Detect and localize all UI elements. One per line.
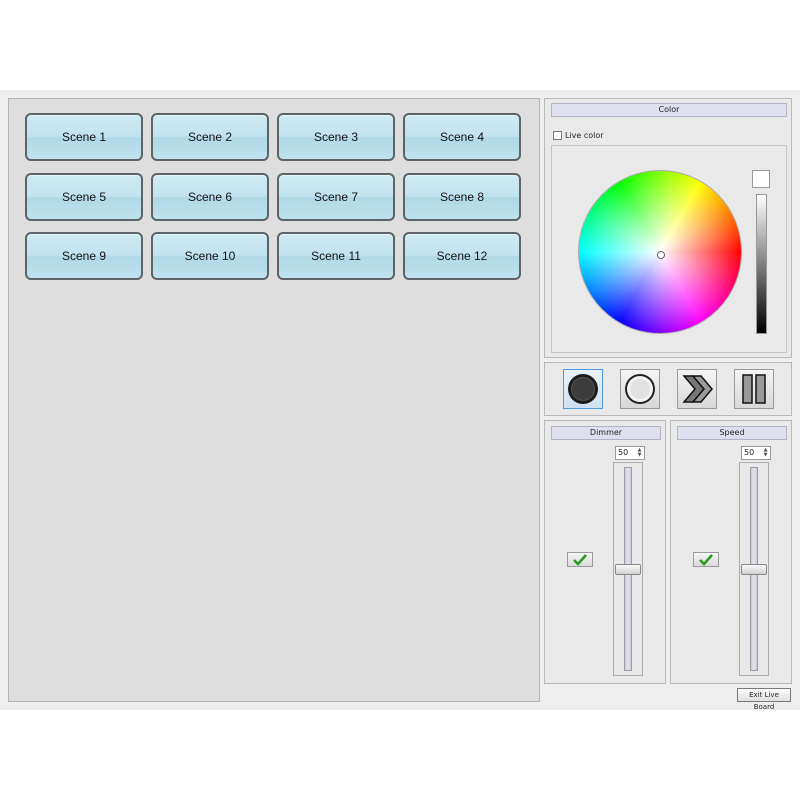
- dimmer-slider[interactable]: [613, 462, 643, 676]
- record-icon: [568, 374, 598, 404]
- scene-button-4[interactable]: Scene 4: [403, 113, 521, 161]
- color-panel-title: Color: [551, 103, 787, 117]
- scene-button-8[interactable]: Scene 8: [403, 173, 521, 221]
- transport-panel: [544, 362, 792, 416]
- stop-icon: [625, 374, 655, 404]
- exit-live-board-button[interactable]: Exit Live Board: [737, 688, 791, 711]
- live-color-checkbox[interactable]: [553, 131, 562, 140]
- live-color-label: Live color: [565, 131, 604, 140]
- checkmark-icon: [573, 553, 587, 566]
- scene-button-5[interactable]: Scene 5: [25, 173, 143, 221]
- dimmer-slider-handle[interactable]: [615, 564, 641, 575]
- color-value-swatch: [752, 170, 770, 188]
- color-panel: Color Live color: [544, 98, 792, 358]
- brightness-bar[interactable]: [756, 194, 767, 334]
- scene-button-6[interactable]: Scene 6: [151, 173, 269, 221]
- scene-button-3[interactable]: Scene 3: [277, 113, 395, 161]
- scene-button-11[interactable]: Scene 11: [277, 232, 395, 280]
- scene-button-9[interactable]: Scene 9: [25, 232, 143, 280]
- spin-arrows-icon[interactable]: ▲ ▼: [636, 448, 643, 458]
- speed-spinbox[interactable]: 50 ▲ ▼: [741, 446, 771, 460]
- dimmer-value: 50: [618, 448, 629, 457]
- speed-value: 50: [744, 448, 755, 457]
- fast-forward-icon: [682, 375, 713, 403]
- live-color-option[interactable]: Live color: [553, 131, 604, 140]
- checkmark-icon: [699, 553, 713, 566]
- scene-board: Scene 1 Scene 2 Scene 3 Scene 4 Scene 5 …: [8, 98, 540, 702]
- dimmer-spinbox[interactable]: 50 ▲ ▼: [615, 446, 645, 460]
- speed-title: Speed: [677, 426, 787, 440]
- pause-icon: [742, 374, 766, 404]
- dimmer-panel: Dimmer 50 ▲ ▼: [544, 420, 666, 684]
- scene-button-10[interactable]: Scene 10: [151, 232, 269, 280]
- scene-button-2[interactable]: Scene 2: [151, 113, 269, 161]
- speed-slider-handle[interactable]: [741, 564, 767, 575]
- fast-forward-button[interactable]: [677, 369, 717, 409]
- speed-panel: Speed 50 ▲ ▼: [670, 420, 792, 684]
- scene-button-12[interactable]: Scene 12: [403, 232, 521, 280]
- color-picker-frame: [551, 145, 787, 353]
- speed-enable-toggle[interactable]: [693, 552, 719, 567]
- scene-button-1[interactable]: Scene 1: [25, 113, 143, 161]
- dimmer-enable-toggle[interactable]: [567, 552, 593, 567]
- stop-button[interactable]: [620, 369, 660, 409]
- record-button[interactable]: [563, 369, 603, 409]
- live-board-window: Scene 1 Scene 2 Scene 3 Scene 4 Scene 5 …: [0, 90, 800, 711]
- spin-arrows-icon[interactable]: ▲ ▼: [762, 448, 769, 458]
- scene-button-7[interactable]: Scene 7: [277, 173, 395, 221]
- dimmer-title: Dimmer: [551, 426, 661, 440]
- pause-button[interactable]: [734, 369, 774, 409]
- color-wheel-cursor[interactable]: [657, 251, 665, 259]
- speed-slider[interactable]: [739, 462, 769, 676]
